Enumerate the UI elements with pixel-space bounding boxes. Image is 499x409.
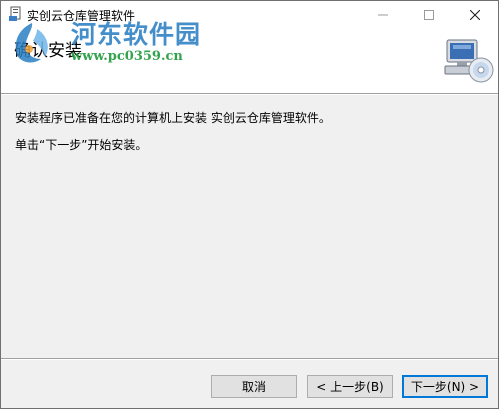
maximize-button[interactable] (406, 1, 452, 28)
close-icon (470, 9, 480, 20)
back-button[interactable]: < 上一步(B) (307, 375, 393, 398)
next-instruction: 单击“下一步”开始安装。 (15, 138, 148, 152)
close-button[interactable] (452, 1, 498, 28)
banner-divider (1, 93, 498, 95)
watermark-url: www.pc0359.cn (71, 49, 183, 64)
footer-divider (1, 358, 498, 360)
pc0359-logo-icon (15, 23, 48, 63)
maximize-icon (424, 9, 434, 20)
minimize-button[interactable] (360, 1, 406, 28)
install-message: 安装程序已准备在您的计算机上安装 实创云仓库管理软件。 (15, 111, 331, 125)
watermark-site-name: 河东软件园 (71, 20, 202, 49)
computer-cd-icon (444, 39, 494, 83)
installer-window: 实创云仓库管理软件 确认安装 河东软件园 www.pc0359.cn 安装程序已… (0, 0, 499, 409)
next-button[interactable]: 下一步(N) > (402, 375, 488, 398)
cancel-button[interactable]: 取消 (211, 375, 297, 398)
minimize-icon (378, 14, 388, 15)
